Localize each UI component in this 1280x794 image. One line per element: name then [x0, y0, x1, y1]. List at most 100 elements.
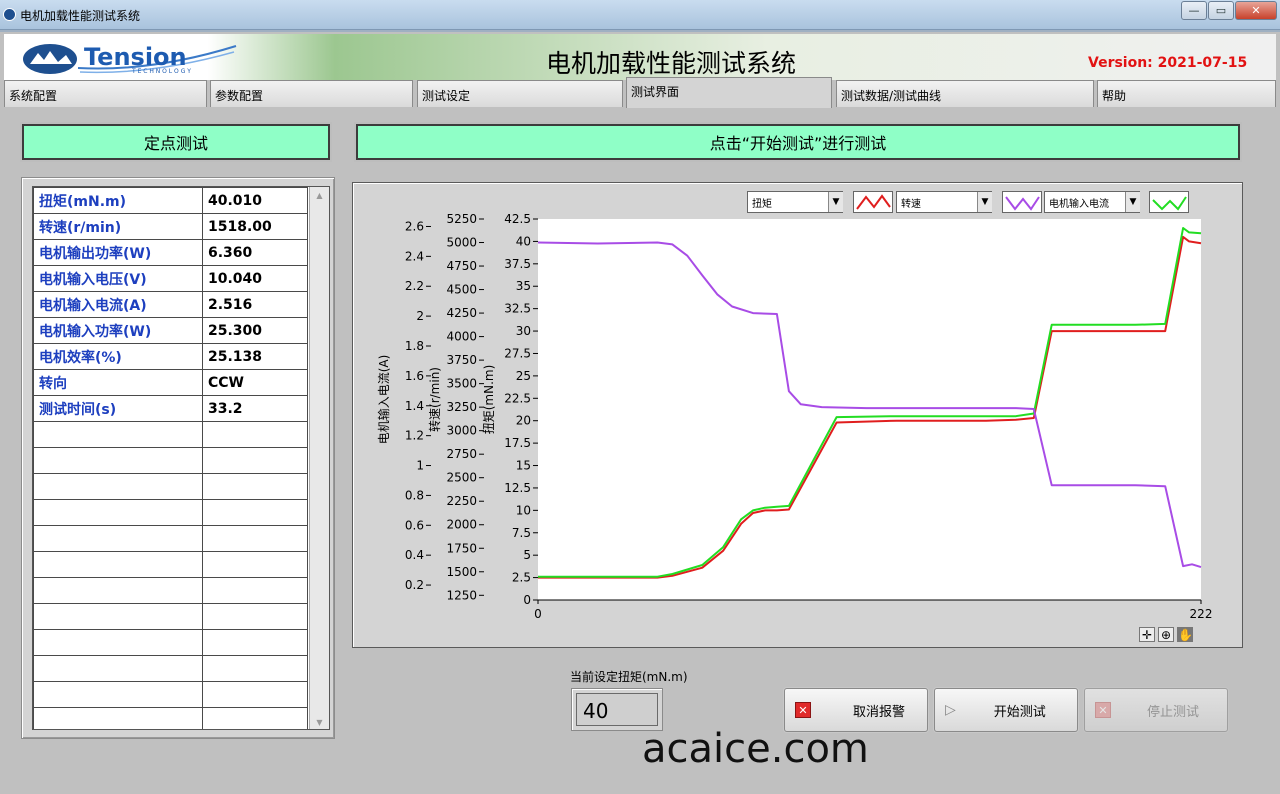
tab-bar: 系统配置 参数配置 测试设定 测试界面 测试数据/测试曲线 帮助: [4, 77, 1276, 108]
tension-logo: Tension T E C H N O L O G Y: [22, 42, 238, 76]
row-key: [33, 499, 203, 526]
tab-test-data[interactable]: 测试数据/测试曲线: [836, 80, 1094, 107]
scroll-up-icon[interactable]: ▲: [310, 191, 329, 200]
stop-test-button[interactable]: ✕ 停止测试: [1084, 688, 1228, 732]
table-row: 扭矩(mN.m) 40.010: [33, 187, 308, 214]
tab-help[interactable]: 帮助: [1097, 80, 1276, 107]
axis-tick-label: 40: [516, 234, 531, 248]
axis-tick-label: 5: [523, 548, 531, 562]
axis-tick-label: 2: [416, 309, 424, 323]
table-scrollbar[interactable]: ▲ ▼: [309, 187, 329, 729]
start-test-label: 开始测试: [993, 704, 1046, 720]
axis-tick-label: 30: [516, 324, 531, 338]
row-value: [202, 525, 308, 552]
table-row: 测试时间(s) 33.2: [33, 395, 308, 422]
row-key: [33, 551, 203, 578]
table-row: [33, 629, 308, 656]
axis-tick-label: 25: [516, 369, 531, 383]
row-key: [33, 707, 203, 729]
row-key: 扭矩(mN.m): [33, 187, 203, 214]
tab-test-settings[interactable]: 测试设定: [417, 80, 623, 107]
row-value: [202, 499, 308, 526]
axis-tick-label: 2.4: [405, 249, 424, 263]
watermark-text: acaice.com: [642, 726, 869, 772]
axis-tick-label: 0: [523, 593, 531, 607]
row-value: [202, 655, 308, 682]
axis-tick-label: 1: [416, 459, 424, 473]
axis-tick-label: 1.4: [405, 399, 424, 413]
axis-tick-label: 20: [516, 414, 531, 428]
table-row: 电机输出功率(W) 6.360: [33, 239, 308, 266]
row-key: [33, 603, 203, 630]
axis-tick-label: 42.5: [504, 212, 531, 226]
row-value: [202, 577, 308, 604]
table-row: [33, 421, 308, 448]
x-tick-label: 222: [1190, 607, 1213, 621]
scroll-down-icon[interactable]: ▼: [310, 718, 329, 727]
start-test-button[interactable]: ▷ 开始测试: [934, 688, 1078, 732]
axis-tick-label: 35: [516, 279, 531, 293]
table-row: 电机输入电流(A) 2.516: [33, 291, 308, 318]
row-key: [33, 655, 203, 682]
row-value: 6.360: [202, 239, 308, 266]
table-row: [33, 551, 308, 578]
row-key: 电机输入电压(V): [33, 265, 203, 292]
axis-tick-label: 4750: [446, 259, 477, 273]
setpoint-value[interactable]: 40: [576, 693, 658, 726]
close-button[interactable]: ✕: [1235, 1, 1277, 20]
row-key: [33, 525, 203, 552]
axis-tick-label: 5250: [446, 212, 477, 226]
axis-tick-label: 7.5: [512, 526, 531, 540]
table-row: [33, 603, 308, 630]
row-value: 25.300: [202, 317, 308, 344]
window-title: 电机加载性能测试系统: [20, 9, 141, 23]
tab-system-config[interactable]: 系统配置: [4, 80, 207, 107]
axis-tick-label: 32.5: [504, 302, 531, 316]
axis-tick-label: 1.2: [405, 429, 424, 443]
axis-tick-label: 5000: [446, 236, 477, 250]
setpoint-frame: 40: [571, 688, 663, 731]
row-key: 电机输出功率(W): [33, 239, 203, 266]
graph-panel: 扭矩 ▼ 转速 ▼ 电机输入电流 ▼ 0.2 0.4 0.6 0.8 1 1.2 1.4 1.6 1.…: [352, 182, 1243, 648]
table-row: 电机效率(%) 25.138: [33, 343, 308, 370]
axis-tick-label: 15: [516, 459, 531, 473]
brand-text: Tension: [84, 43, 187, 71]
row-value: 1518.00: [202, 213, 308, 240]
pan-hand-icon[interactable]: ✋: [1177, 627, 1193, 642]
zoom-icon[interactable]: ⊕: [1158, 627, 1174, 642]
data-table-frame: 扭矩(mN.m) 40.010 转速(r/min) 1518.00 电机输出功率(W) 6…: [32, 186, 330, 730]
table-row: [33, 499, 308, 526]
axis-tick-label: 0.4: [405, 548, 424, 562]
row-key: [33, 421, 203, 448]
table-row: [33, 525, 308, 552]
cursor-icon[interactable]: ✛: [1139, 627, 1155, 642]
minimize-button[interactable]: —: [1181, 1, 1207, 20]
axis-tick-label: 2000: [446, 518, 477, 532]
axis-title: 扭矩(mN.m): [482, 365, 496, 435]
axis-tick-label: 0.6: [405, 518, 424, 532]
axis-tick-label: 4500: [446, 283, 477, 297]
start-hint-banner: 点击“开始测试”进行测试: [356, 124, 1240, 160]
table-row: [33, 655, 308, 682]
performance-chart[interactable]: 0.2 0.4 0.6 0.8 1 1.2 1.4 1.6 1.8 2 2.2 2.4 2.6 电机输入电…: [353, 183, 1242, 647]
axis-tick-label: 12.5: [504, 481, 531, 495]
row-value: [202, 681, 308, 708]
row-key: 电机输入功率(W): [33, 317, 203, 344]
axis-tick-label: 4250: [446, 306, 477, 320]
fixed-point-test-button[interactable]: 定点测试: [22, 124, 330, 160]
axis-tick-label: 27.5: [504, 346, 531, 360]
table-row: 转速(r/min) 1518.00: [33, 213, 308, 240]
axis-tick-label: 1750: [446, 541, 477, 555]
row-key: [33, 473, 203, 500]
axis-tick-label: 1250: [446, 588, 477, 602]
maximize-button[interactable]: ▭: [1208, 1, 1234, 20]
tab-test-interface[interactable]: 测试界面: [626, 77, 832, 108]
axis-title: 转速(r/min): [427, 367, 442, 432]
axis-tick-label: 0.8: [405, 488, 424, 502]
axis-tick-label: 22.5: [504, 391, 531, 405]
row-key: 测试时间(s): [33, 395, 203, 422]
tab-param-config[interactable]: 参数配置: [210, 80, 413, 107]
row-value: 33.2: [202, 395, 308, 422]
row-value: 10.040: [202, 265, 308, 292]
table-row: [33, 707, 308, 729]
